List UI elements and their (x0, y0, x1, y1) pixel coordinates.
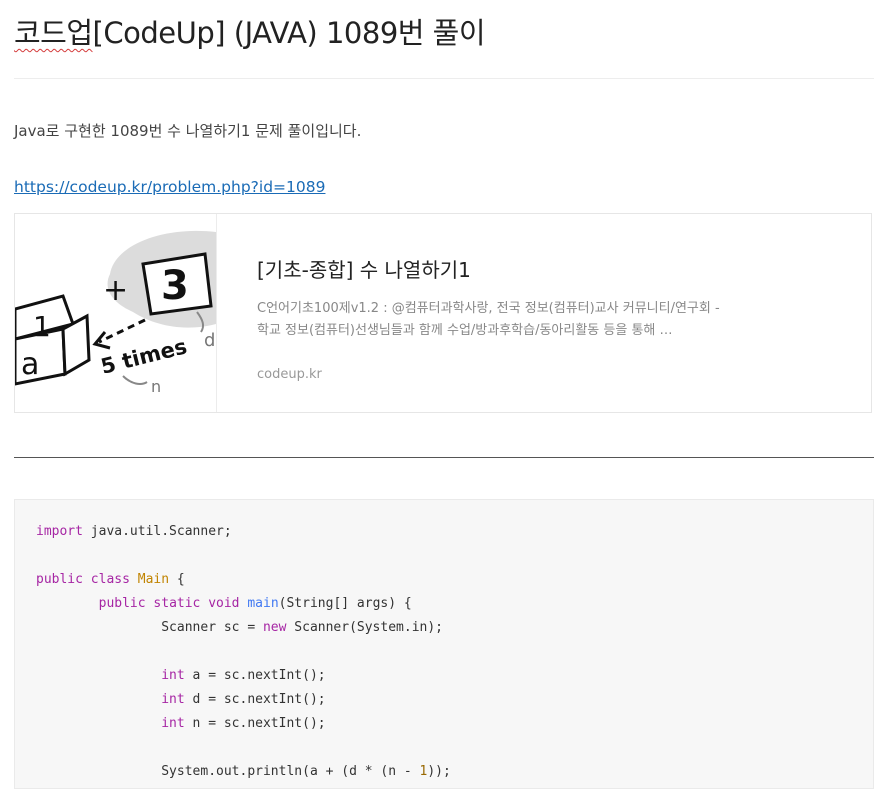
d-label: d (204, 330, 215, 351)
box-side-letter: a (21, 347, 39, 382)
target-number: 3 (161, 263, 189, 309)
title-divider (14, 78, 874, 79)
code-text-fragment: d = sc.nextInt(); (184, 692, 326, 707)
card-domain: codeup.kr (257, 367, 322, 382)
card-title: [기초-종합] 수 나열하기1 (257, 258, 471, 282)
code-text-fragment: java.util.Scanner; (82, 524, 232, 539)
code-class-name: Main (137, 572, 170, 587)
code-text-fragment: Scanner sc = (161, 620, 263, 635)
section-divider (14, 457, 874, 458)
code-keyword: import (36, 524, 83, 539)
code-keyword: public class (36, 572, 130, 587)
code-keyword: int (161, 692, 185, 707)
problem-link[interactable]: https://codeup.kr/problem.php?id=1089 (14, 178, 325, 196)
card-description: C언어기초100제v1.2 : @컴퓨터과학사랑, 전국 정보(컴퓨터)교사 커… (257, 301, 720, 338)
code-text-fragment: Scanner(System.in); (286, 620, 444, 635)
code-text-fragment: n = sc.nextInt(); (184, 716, 326, 731)
code-keyword: public static void (98, 596, 240, 611)
code-text-fragment: )); (427, 764, 451, 779)
code-text: import java.util.Scanner; public class M… (36, 520, 451, 784)
link-preview-card[interactable]: 3 + 1 a 5 times d n [기초-종합] 수 나열하기1 C언어기… (14, 213, 872, 413)
post-title-spellcheck-word: 코드업 (14, 16, 93, 50)
arrow-head (92, 331, 111, 350)
code-keyword: int (161, 716, 185, 731)
post-title-rest: [CodeUp] (JAVA) 1089번 풀이 (92, 16, 486, 50)
code-keyword: new (262, 620, 287, 635)
post-title: 코드업[CodeUp] (JAVA) 1089번 풀이 (14, 10, 486, 52)
n-pointer-icon (122, 375, 148, 385)
dashed-arrow (98, 318, 146, 344)
plus-sign: + (103, 273, 128, 308)
box-top-number: 1 (33, 310, 51, 343)
sequence-illustration: 3 + 1 a 5 times d n (15, 230, 216, 396)
code-text-fragment: a = sc.nextInt(); (184, 668, 326, 683)
code-text-fragment: { (169, 572, 185, 587)
code-text-fragment: System.out.println(a + (d * (n - (161, 764, 420, 779)
code-block: import java.util.Scanner; public class M… (14, 499, 874, 789)
code-keyword: int (161, 668, 185, 683)
times-label: 5 times (98, 334, 189, 379)
card-thumbnail: 3 + 1 a 5 times d n (15, 214, 217, 412)
code-function-name: main (247, 596, 279, 611)
intro-text: Java로 구현한 1089번 수 나열하기1 문제 풀이입니다. (14, 122, 362, 140)
n-label: n (151, 377, 161, 396)
code-text-fragment: (String[] args) { (278, 596, 412, 611)
